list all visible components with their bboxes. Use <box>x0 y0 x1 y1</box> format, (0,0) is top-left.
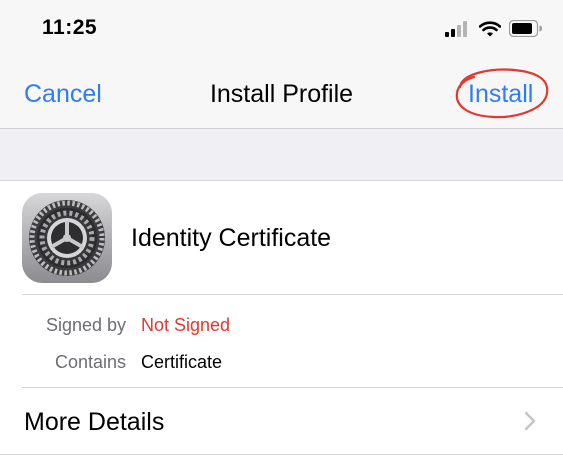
chevron-right-icon <box>524 411 536 431</box>
install-button[interactable]: Install <box>468 80 533 109</box>
contains-label: Contains <box>54 352 126 372</box>
signed-by-value: Not Signed <box>141 315 231 335</box>
status-bar: 11:25 <box>0 0 563 56</box>
more-details-row[interactable]: More Details <box>0 388 563 454</box>
more-details-label: More Details <box>24 408 165 436</box>
status-time: 11:25 <box>42 16 98 39</box>
install-button-area[interactable]: Install <box>452 65 552 121</box>
wifi-icon <box>479 20 501 36</box>
nav-bar: Cancel Install Profile Install <box>0 56 563 129</box>
divider <box>0 454 563 455</box>
section-gap <box>0 129 563 180</box>
battery-icon <box>509 20 542 37</box>
profile-name: Identity Certificate <box>131 224 332 252</box>
settings-gear-icon <box>22 193 112 283</box>
contains-value: Certificate <box>141 352 223 372</box>
status-icons <box>445 20 543 37</box>
divider <box>22 294 563 295</box>
signed-by-label: Signed by <box>45 315 126 335</box>
cellular-signal-icon <box>445 20 467 37</box>
